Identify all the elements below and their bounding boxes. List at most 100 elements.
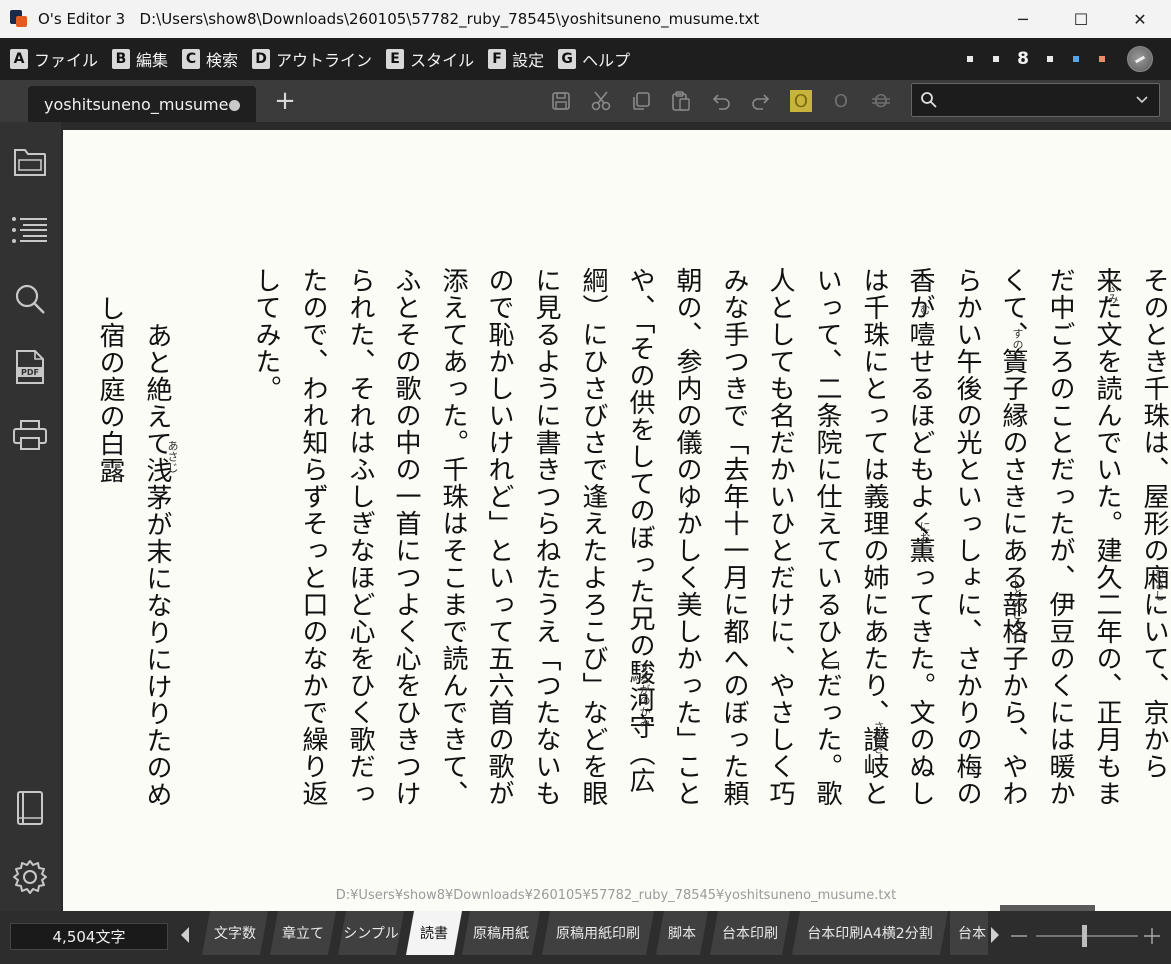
zoom-slider[interactable] (1008, 923, 1163, 949)
maximize-button[interactable]: ☐ (1052, 0, 1110, 38)
ruby-text: む (918, 304, 931, 315)
folder-icon[interactable] (10, 142, 50, 182)
text-column: 来た文を読んでいた。建久二年の、正月もま (1092, 267, 1122, 807)
sidebar: PDF (0, 122, 61, 911)
mode-tab-simple[interactable]: シンプル (338, 911, 404, 955)
svg-text:O: O (874, 91, 888, 112)
text-column: そのとき千珠は、屋形の廂にいて、京から (1139, 267, 1169, 780)
status-square[interactable] (1047, 56, 1053, 62)
text-column: し宿の庭の白露 (95, 295, 125, 484)
menu-search[interactable]: C 検索 (182, 47, 238, 71)
scroll-right-icon[interactable] (988, 925, 1002, 945)
menu-style[interactable]: E スタイル (386, 47, 474, 71)
text-column: 人としても名だかいひとだけに、やさしく巧 (765, 267, 795, 807)
new-tab-button[interactable]: + (272, 88, 298, 114)
search-box[interactable] (911, 83, 1160, 117)
search-icon (921, 92, 937, 108)
status-number[interactable]: 8 (1017, 49, 1029, 69)
footer-file-path: D:¥Users¥show8¥Downloads¥260105¥57782_ru… (335, 888, 897, 903)
text-column: 朝の、参内の儀のゆかしく美しかった」こと (672, 267, 702, 807)
menu-key: G (558, 49, 577, 69)
menu-outline[interactable]: D アウトライン (252, 47, 372, 71)
menu-label: スタイル (410, 51, 475, 70)
mode-tab-reading[interactable]: 読書 (406, 911, 462, 955)
menu-settings[interactable]: F 設定 (488, 47, 544, 71)
search-input[interactable] (946, 88, 1126, 112)
mode-tab-manuscript[interactable]: 原稿用紙 (462, 911, 540, 955)
menu-help[interactable]: G ヘルプ (558, 47, 630, 71)
scroll-left-icon[interactable] (178, 925, 192, 945)
redo-icon[interactable] (748, 88, 774, 114)
menu-label: アウトライン (276, 51, 373, 70)
ruby-text: しとみごうし (1011, 576, 1024, 642)
book-icon[interactable] (10, 788, 50, 828)
ruby-text: あさじ (166, 440, 179, 473)
text-column: みな手つきで「去年十一月に都へのぼった頼 (719, 267, 749, 807)
ruby-text: すのこ (1011, 328, 1024, 361)
text-column: いって、二条院に仕えているひとだった。歌 (812, 267, 842, 807)
bold-icon[interactable]: O (788, 88, 814, 114)
text-column: 添えてあった。千珠はそこまで読んできて、 (438, 267, 468, 807)
mode-tab-char-count[interactable]: 文字数 (202, 911, 268, 955)
save-icon[interactable] (548, 88, 574, 114)
cut-icon[interactable] (588, 88, 614, 114)
svg-text:O: O (794, 91, 808, 112)
search-icon[interactable] (10, 279, 50, 319)
text-column: ふとその歌の中の一首につよく心をひきつけ (391, 267, 421, 807)
mode-tab-manuscript-print[interactable]: 原稿用紙印刷 (542, 911, 654, 955)
menu-status-area: 8 (957, 38, 1171, 80)
menu-key: C (182, 49, 201, 69)
status-square-salmon[interactable] (1099, 56, 1105, 62)
char-count: 4,504文字 (10, 923, 168, 950)
menu-label: 検索 (206, 51, 239, 70)
status-square[interactable] (993, 56, 1000, 62)
menu-label: 編集 (136, 51, 169, 70)
text-column: られた、それはふしぎなほど心をひく歌だっ (345, 267, 375, 807)
editor-area[interactable]: そのとき千珠は、屋形の廂にいて、京から 来た文を読んでいた。建久二年の、正月もま… (61, 122, 1171, 911)
text-column: らかい午後の光といっしょに、さかりの梅の (952, 267, 982, 807)
close-button[interactable]: ✕ (1111, 0, 1169, 38)
text-cursor (823, 662, 839, 670)
mode-tab-chapters[interactable]: 章立て (270, 911, 336, 955)
svg-text:PDF: PDF (21, 368, 39, 377)
mode-tab-script-print[interactable]: 台本印刷 (710, 911, 790, 955)
menu-label: 設定 (512, 51, 545, 70)
text-column: あと絶えて浅茅が末になりにけりたのめ (142, 295, 172, 808)
mode-tab-script-more[interactable]: 台本 (950, 911, 988, 955)
settings-icon[interactable] (10, 857, 50, 897)
print-icon[interactable] (10, 415, 50, 455)
status-square[interactable] (967, 56, 974, 62)
ruby-text: するがのかみ (638, 662, 651, 728)
tab-toolbar-strip: yoshitsuneno_musume + O O O (0, 80, 1171, 122)
italic-icon[interactable]: O (828, 88, 854, 114)
menu-label: ファイル (34, 51, 99, 70)
text-column: たので、われ知らずそっと口のなかで繰り返 (298, 267, 328, 807)
menu-key: D (252, 49, 271, 69)
minimize-button[interactable]: ─ (994, 0, 1052, 38)
text-column: だ中ごろのことだったが、伊豆のくには暖か (1045, 267, 1075, 807)
tab-document[interactable]: yoshitsuneno_musume (28, 86, 256, 122)
outline-list-icon[interactable] (10, 210, 50, 250)
ruby-text: さぬき (872, 721, 885, 754)
mode-tab-script-print-a4[interactable]: 台本印刷A4横2分割 (792, 911, 948, 955)
avatar[interactable] (1127, 46, 1153, 72)
text-column: 綱）にひさびさで逢えたよろこび」などを眼 (578, 267, 608, 807)
menu-edit[interactable]: B 編集 (112, 47, 168, 71)
unsaved-dot-icon[interactable] (229, 100, 240, 111)
undo-icon[interactable] (708, 88, 734, 114)
chevron-down-icon[interactable] (1135, 93, 1149, 107)
status-square-blue[interactable] (1073, 56, 1079, 62)
editor-top-border (61, 122, 1171, 130)
text-column: ので恥かしいけれど」といって五六首の歌が (484, 267, 514, 807)
copy-icon[interactable] (628, 88, 654, 114)
status-bar: 4,504文字 文字数 章立て シンプル 読書 原稿用紙 原稿用紙印刷 脚本 台… (0, 911, 1171, 964)
strikethrough-icon[interactable]: O (868, 88, 894, 114)
menu-key: E (386, 49, 405, 69)
pdf-icon[interactable]: PDF (10, 347, 50, 387)
paste-icon[interactable] (668, 88, 694, 114)
title-file-path: D:\Users\show8\Downloads\260105\57782_ru… (139, 10, 760, 28)
ruby-text: ふみ (1106, 282, 1119, 304)
text-column: してみた。 (251, 267, 281, 402)
mode-tab-script[interactable]: 脚本 (656, 911, 708, 955)
menu-file[interactable]: A ファイル (10, 47, 98, 71)
